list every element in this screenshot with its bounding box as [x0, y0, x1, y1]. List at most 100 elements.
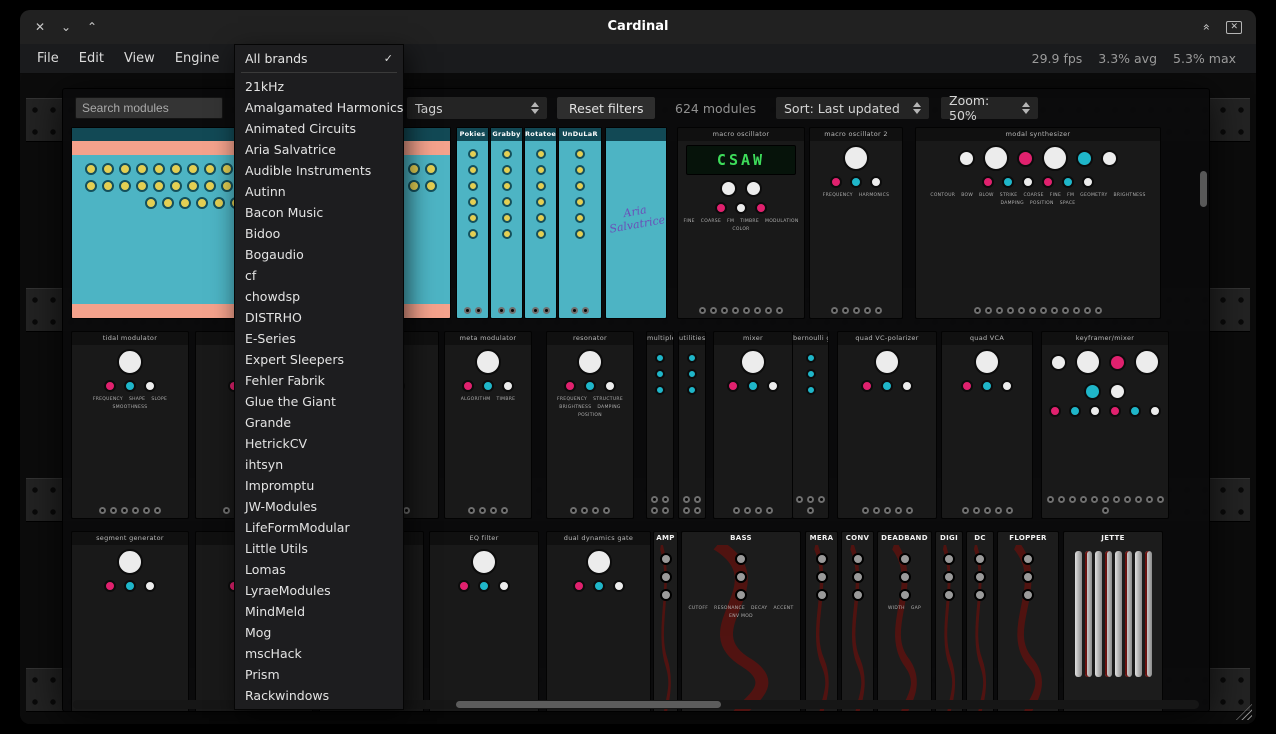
- brand-menu-item-bogaudio[interactable]: Bogaudio: [235, 244, 403, 265]
- module-title: JETTE: [1064, 532, 1162, 545]
- module-mera[interactable]: MERA: [805, 531, 838, 712]
- knob-icon: [408, 180, 420, 192]
- brand-menu-item-rackwindows[interactable]: Rackwindows: [235, 685, 403, 706]
- brand-menu-item-mog[interactable]: Mog: [235, 622, 403, 643]
- brand-menu-item-lifeformmodular[interactable]: LifeFormModular: [235, 517, 403, 538]
- module-undular[interactable]: UnDuLaR: [558, 127, 602, 319]
- jack-icon: [1080, 496, 1087, 503]
- brand-menu-item-distrho[interactable]: DISTRHO: [235, 307, 403, 328]
- knob-icon: [575, 149, 585, 159]
- module-deadband[interactable]: DEADBANDWIDTHGAP: [877, 531, 932, 712]
- brand-menu-item-impromptu[interactable]: Impromptu: [235, 475, 403, 496]
- knob-row: [586, 549, 612, 575]
- brand-menu-item-bidoo[interactable]: Bidoo: [235, 223, 403, 244]
- module-bass[interactable]: BASSCUTOFFRESONANCEDECAYACCENTENV MOD: [681, 531, 801, 712]
- jack-row: [550, 507, 630, 514]
- brand-menu-item-hetrickcv[interactable]: HetrickCV: [235, 433, 403, 454]
- module-resonator[interactable]: resonatorFREQUENCYSTRUCTUREBRIGHTNESSDAM…: [546, 331, 634, 519]
- module-r1-6[interactable]: Aria Salvatrice: [605, 127, 667, 319]
- horizontal-scrollbar-thumb[interactable]: [456, 701, 721, 708]
- module-jette[interactable]: JETTE: [1063, 531, 1163, 712]
- jack-icon: [143, 711, 150, 712]
- module-digi[interactable]: DIGI: [935, 531, 963, 712]
- module-utilities[interactable]: utilities: [678, 331, 706, 519]
- close-window-icon[interactable]: ✕: [1226, 21, 1242, 34]
- sort-dropdown[interactable]: Sort: Last updated: [776, 97, 929, 119]
- module-pokies[interactable]: Pokies: [456, 127, 489, 319]
- tags-dropdown[interactable]: Tags: [407, 97, 547, 119]
- module-macro-oscillator-2[interactable]: macro oscillator 2FREQUENCYHARMONICS: [809, 127, 903, 319]
- module-quad-vc-polarizer[interactable]: quad VC-polarizer: [837, 331, 937, 519]
- collapse-icon[interactable]: »: [1200, 21, 1212, 33]
- brand-label: Prism: [245, 667, 280, 682]
- module-mixer[interactable]: mixer: [713, 331, 793, 519]
- module-segment-generator[interactable]: segment generator: [71, 531, 189, 712]
- brand-menu-item-lomas[interactable]: Lomas: [235, 559, 403, 580]
- module-rotatoes[interactable]: Rotatoes: [524, 127, 557, 319]
- jack-row: [650, 496, 670, 514]
- zoom-dropdown[interactable]: Zoom: 50%: [941, 97, 1038, 119]
- titlebar[interactable]: ✕⌄⌃ Cardinal »✕: [20, 10, 1256, 44]
- brand-menu-item-mschack[interactable]: mscHack: [235, 643, 403, 664]
- brand-menu-item-aria-salvatrice[interactable]: Aria Salvatrice: [235, 139, 403, 160]
- brand-menu-item-ihtsyn[interactable]: ihtsyn: [235, 454, 403, 475]
- module-meta-modulator[interactable]: meta modulatorALGORITHMTIMBRE: [444, 331, 532, 519]
- pipe-icon: [1125, 551, 1132, 677]
- menu-edit[interactable]: Edit: [74, 51, 109, 66]
- minimize-icon[interactable]: ⌄: [60, 21, 72, 33]
- brand-menu-item-mindmeld[interactable]: MindMeld: [235, 601, 403, 622]
- module-dual-dynamics-gate[interactable]: dual dynamics gate: [546, 531, 651, 712]
- brand-menu-item-amalgamated-harmonics[interactable]: Amalgamated Harmonics: [235, 97, 403, 118]
- jack-row: [1067, 711, 1159, 712]
- knob-icon: [536, 149, 546, 159]
- knob-icon: [458, 580, 470, 592]
- module-amp[interactable]: AMP: [653, 531, 678, 712]
- close-icon[interactable]: ✕: [34, 21, 46, 33]
- brand-menu-item-animated-circuits[interactable]: Animated Circuits: [235, 118, 403, 139]
- module-grabby[interactable]: Grabby: [490, 127, 523, 319]
- module-eq-filter[interactable]: EQ filter: [429, 531, 539, 712]
- jack-row: [323, 711, 420, 712]
- reset-filters-button[interactable]: Reset filters: [557, 97, 655, 119]
- brand-menu-item-21khz[interactable]: 21kHz: [235, 76, 403, 97]
- module-bernoulli-gate[interactable]: bernoulli gate: [792, 331, 829, 519]
- brand-menu-item-prism[interactable]: Prism: [235, 664, 403, 685]
- menu-engine[interactable]: Engine: [170, 51, 225, 66]
- module-multiples[interactable]: multiples: [646, 331, 674, 519]
- menu-view[interactable]: View: [119, 51, 160, 66]
- brand-menu-item-fehler-fabrik[interactable]: Fehler Fabrik: [235, 370, 403, 391]
- jack-icon: [754, 711, 761, 712]
- module-quad-vca[interactable]: quad VCA: [941, 331, 1033, 519]
- module-dc[interactable]: DC: [966, 531, 994, 712]
- brand-menu-item-audible-instruments[interactable]: Audible Instruments: [235, 160, 403, 181]
- knob-icon: [213, 197, 225, 209]
- brand-menu-item-little-utils[interactable]: Little Utils: [235, 538, 403, 559]
- brand-menu-item-expert-sleepers[interactable]: Expert Sleepers: [235, 349, 403, 370]
- brand-menu-item-glue-the-giant[interactable]: Glue the Giant: [235, 391, 403, 412]
- search-input[interactable]: [75, 97, 223, 119]
- vertical-scrollbar-thumb[interactable]: [1200, 171, 1207, 207]
- knob-icon: [687, 353, 697, 363]
- brand-menu-item-jw-modules[interactable]: JW-Modules: [235, 496, 403, 517]
- menu-file[interactable]: File: [32, 51, 64, 66]
- jack-icon: [694, 496, 701, 503]
- module-macro-oscillator[interactable]: macro oscillatorCSAWFINECOARSEFMTIMBREMO…: [677, 127, 805, 319]
- maximize-icon[interactable]: ⌃: [86, 21, 98, 33]
- module-conv[interactable]: CONV: [841, 531, 874, 712]
- brand-menu-item-chowdsp[interactable]: chowdsp: [235, 286, 403, 307]
- jack-icon: [776, 307, 783, 314]
- brand-menu-item-autinn[interactable]: Autinn: [235, 181, 403, 202]
- arrow-down-icon: [913, 109, 921, 114]
- brand-menu-item-cf[interactable]: cf: [235, 265, 403, 286]
- brand-menu-item-e-series[interactable]: E-Series: [235, 328, 403, 349]
- brand-menu-item-all-brands[interactable]: All brands✓: [235, 48, 403, 69]
- module-keyframer-mixer[interactable]: keyframer/mixer: [1041, 331, 1169, 519]
- module-modal-synthesizer[interactable]: modal synthesizerCONTOURBOWBLOWSTRIKECOA…: [915, 127, 1161, 319]
- jack-icon: [1121, 711, 1128, 712]
- knob-icon: [468, 197, 478, 207]
- brand-menu-item-lyraemodules[interactable]: LyraeModules: [235, 580, 403, 601]
- module-flopper[interactable]: FLOPPER: [997, 531, 1059, 712]
- brand-menu-item-bacon-music[interactable]: Bacon Music: [235, 202, 403, 223]
- brand-menu-item-grande[interactable]: Grande: [235, 412, 403, 433]
- module-tidal-modulator[interactable]: tidal modulatorFREQUENCYSHAPESLOPESMOOTH…: [71, 331, 189, 519]
